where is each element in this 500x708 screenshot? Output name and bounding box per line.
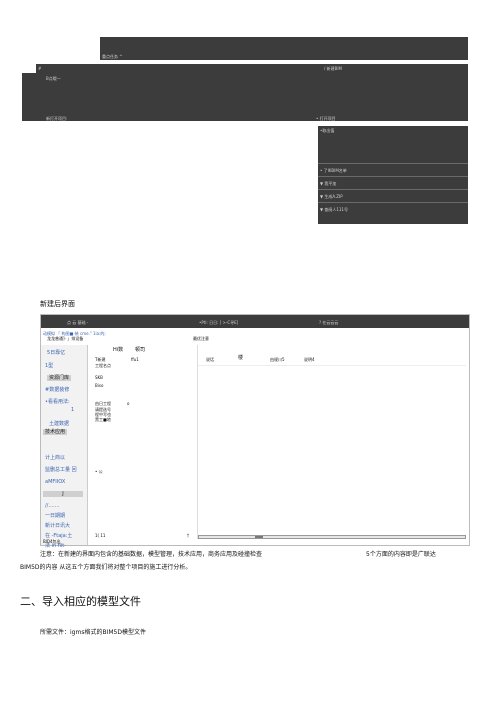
- menu-item[interactable]: ▼ 生成A.ZIP: [318, 189, 468, 202]
- table-col-2: 楼: [238, 355, 244, 361]
- panel-label-2: 新打开项目:: [46, 116, 68, 121]
- sidebar-item[interactable]: 1型: [45, 363, 53, 369]
- panel-label-1: B点哦一: [46, 76, 61, 81]
- table-col-1: 说话: [206, 357, 214, 362]
- sidebar-item[interactable]: 计上商以: [45, 455, 65, 461]
- top-title-label: 重点任务 ^: [102, 54, 123, 59]
- menu-line-2[interactable]: 龙龙普通]- 」排设备: [47, 336, 83, 341]
- sidebar-item[interactable]: 1: [71, 407, 74, 413]
- sidebar-item[interactable]: •看看用法:: [45, 399, 70, 405]
- open-project-link[interactable]: • 打开项目: [316, 116, 336, 121]
- mid-bottom-left: 1( 11: [95, 533, 106, 538]
- scrollbar-thumb[interactable]: [255, 536, 263, 538]
- right-panel: 说话 楼 由规川5 说明4: [197, 345, 466, 539]
- required-file-text: 所需文件：igms格式的BIM5D模型文件: [40, 629, 146, 636]
- status-text: BID4包出: [43, 539, 61, 544]
- mid-row[interactable]: • 公: [95, 469, 103, 474]
- sidebar-header: 5日靠亿: [47, 350, 66, 356]
- table-col-4: 说明4: [304, 357, 315, 362]
- table-col-3: 由规川5: [270, 357, 285, 362]
- menu-header: •取出值: [320, 128, 335, 133]
- app-title-mid: •Ptl: 日日: [ >-C寻E]: [199, 320, 239, 325]
- mid-row-value: o: [127, 401, 130, 406]
- mid-col1-head: Hi数: [113, 347, 124, 353]
- top-menu-bar: # / 新建BIM: [36, 64, 468, 73]
- mid-row[interactable]: 工程名点: [95, 363, 111, 368]
- mid-row[interactable]: 黑工■地: [95, 417, 111, 422]
- horizontal-scrollbar[interactable]: [198, 535, 466, 539]
- sidebar-item[interactable]: //.......: [45, 503, 60, 509]
- sidebar-item[interactable]: J: [43, 491, 83, 497]
- mid-row[interactable]: SKB: [95, 375, 103, 380]
- dropdown-menu: •取出值 • 了IKBIM名单 ▼ 我平加 ▼ 生成A.ZIP ▼ 查阅人111…: [318, 126, 468, 224]
- top-title-bar: 重点任务 ^: [100, 37, 468, 60]
- mid-row[interactable]: T新建: [95, 357, 105, 362]
- app-screenshot: 点 云 基础 - •Ptl: 日日: [ >-C寻E] ? 在云云云 动模拟 「…: [40, 314, 470, 549]
- sidebar-item[interactable]: 技术应用: [43, 429, 68, 435]
- sidebar-item[interactable]: 土建数据: [49, 421, 69, 427]
- note-right-text: 5个方面的内容即是广联达: [366, 551, 436, 558]
- menu-item[interactable]: ▼ 查阅人111号: [318, 202, 468, 215]
- mid-bottom-right: †: [187, 533, 189, 538]
- mid-row-value: ffu1: [131, 357, 139, 362]
- mid-panel: Hi数 顿司 T新建 ffu1 工程名点 SKB Biso 由日工程 o 请提选…: [93, 345, 193, 539]
- sidebar-item[interactable]: #数据装修: [45, 387, 69, 393]
- menu-item[interactable]: • 了IKBIM名单: [318, 163, 468, 176]
- top-menu-left: #: [38, 66, 42, 71]
- app-title-bar: 点 云 基础 - •Ptl: 日日: [ >-C寻E] ? 在云云云: [41, 315, 469, 328]
- app-title-right: ? 在云云云: [319, 320, 339, 325]
- sidebar-item[interactable]: 新计日讯大: [45, 523, 70, 529]
- mid-row[interactable]: 由日工程: [95, 401, 111, 406]
- menu-line-right[interactable]: 最优注意: [193, 336, 209, 341]
- sidebar-item[interactable]: aMFIIOX: [45, 479, 65, 485]
- menu-item[interactable]: ▼ 我平加: [318, 176, 468, 189]
- section-heading: 二、导入相应的模型文件: [20, 595, 141, 608]
- note-line-2: BIM5D的内容 从这五个方面我们将对整个项目的施工进行分析。: [20, 564, 192, 571]
- sidebar-item[interactable]: 监删总工量 回: [45, 467, 77, 473]
- sidebar-item[interactable]: 一日期期: [45, 513, 65, 519]
- app-sidebar: 5日靠亿 1型 资源门库 #数据装修 •看看用法: 1 土建数据 技术应用 计上…: [41, 345, 88, 549]
- new-bim-button[interactable]: / 新建BIM: [324, 66, 342, 71]
- table-header: 说话 楼 由规川5 说明4: [198, 353, 466, 366]
- mid-row[interactable]: Biso: [95, 383, 103, 388]
- top-panel: B点哦一 新打开项目: • 打开项目: [22, 73, 468, 121]
- sidebar-item[interactable]: 资源门库: [47, 375, 72, 381]
- caption-new-interface: 新建后界面: [40, 300, 75, 308]
- app-title-left: 点 云 基础 -: [67, 320, 89, 325]
- mid-col2-head: 顿司: [135, 347, 146, 353]
- note-text: 注意：在新建的界面内包含的基础数据，模型管理，技术应用，商务应用及碰撞检查: [40, 551, 263, 558]
